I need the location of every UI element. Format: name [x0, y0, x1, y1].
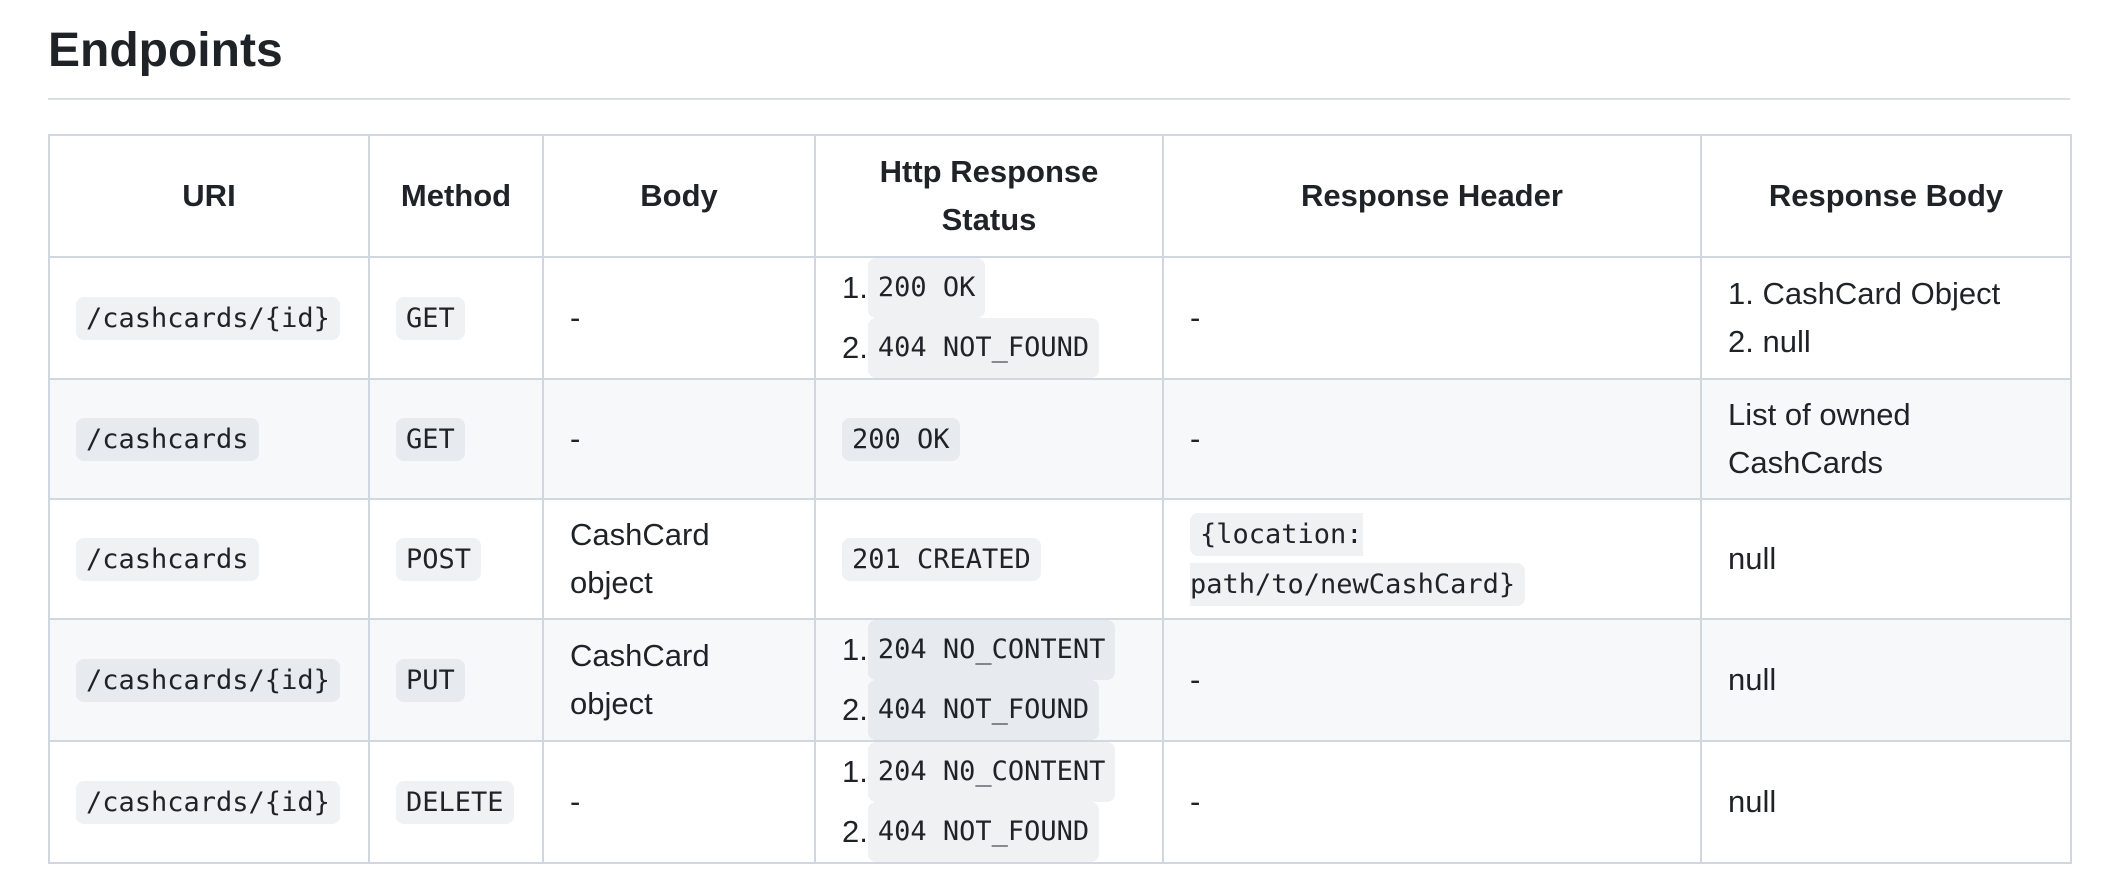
column-header-method: Method [368, 134, 544, 258]
uri-cell: /cashcards/{id} [48, 256, 370, 380]
table-header-row: URI Method Body Http Response Status Res… [48, 134, 2072, 258]
status-code: 404 NOT_FOUND [867, 802, 1100, 862]
status-code: 404 NOT_FOUND [867, 318, 1100, 378]
response-list: 1. CashCard Object 2. null [1728, 270, 2044, 366]
column-header-http-response-status: Http Response Status [814, 134, 1164, 258]
document: Endpoints URI Method Body Http Response … [48, 18, 2072, 864]
body-cell: CashCard object [542, 498, 816, 620]
status-list: 1. 200 OK 2. 404 NOT_FOUND [842, 258, 1136, 378]
status-list: 1. 204 NO_CONTENT 2. 404 NOT_FOUND [842, 620, 1136, 740]
list-number: 2. [842, 330, 868, 365]
status-code: 200 OK [867, 258, 986, 318]
list-item: 1. 200 OK [842, 258, 1136, 318]
list-item: 2. 404 NOT_FOUND [842, 680, 1136, 740]
uri-code: /cashcards/{id} [76, 297, 340, 340]
uri-code: /cashcards/{id} [76, 659, 340, 702]
status-list: 1. 204 N0_CONTENT 2. 404 NOT_FOUND [842, 742, 1136, 862]
status-code: 404 NOT_FOUND [867, 680, 1100, 740]
response-body-cell: 1. CashCard Object 2. null [1700, 256, 2072, 380]
list-item: 2. null [1728, 318, 2044, 366]
method-cell: POST [368, 498, 544, 620]
header-cell: - [1162, 378, 1702, 500]
method-cell: GET [368, 256, 544, 380]
method-code: DELETE [396, 781, 514, 824]
table-row: /cashcards/{id} DELETE - 1. 204 N0_CONTEN… [48, 740, 2072, 864]
status-code: 200 OK [842, 418, 960, 461]
body-cell: CashCard object [542, 618, 816, 742]
method-cell: DELETE [368, 740, 544, 864]
list-item: 1. CashCard Object [1728, 270, 2044, 318]
column-header-body: Body [542, 134, 816, 258]
list-number: 2. [842, 692, 868, 727]
status-cell: 201 CREATED [814, 498, 1164, 620]
column-header-response-header: Response Header [1162, 134, 1702, 258]
response-body-cell: null [1700, 498, 2072, 620]
response-body-cell: List of owned CashCards [1700, 378, 2072, 500]
list-text: null [1762, 324, 1811, 359]
method-cell: PUT [368, 618, 544, 742]
list-number: 2. [1728, 324, 1754, 359]
status-cell: 1. 204 NO_CONTENT 2. 404 NOT_FOUND [814, 618, 1164, 742]
method-cell: GET [368, 378, 544, 500]
uri-code: /cashcards [76, 538, 259, 581]
response-body-cell: null [1700, 740, 2072, 864]
section-heading: Endpoints [48, 18, 2070, 100]
list-number: 2. [842, 814, 868, 849]
header-cell: - [1162, 740, 1702, 864]
status-cell: 1. 204 N0_CONTENT 2. 404 NOT_FOUND [814, 740, 1164, 864]
uri-code: /cashcards [76, 418, 259, 461]
table-row: /cashcards/{id} GET - 1. 200 OK 2. 404 NOT… [48, 256, 2072, 380]
list-text: CashCard Object [1762, 276, 2001, 311]
list-number: 1. [1728, 276, 1754, 311]
list-item: 2. 404 NOT_FOUND [842, 318, 1136, 378]
body-cell: - [542, 740, 816, 864]
list-item: 1. 204 NO_CONTENT [842, 620, 1136, 680]
status-cell: 200 OK [814, 378, 1164, 500]
status-cell: 1. 200 OK 2. 404 NOT_FOUND [814, 256, 1164, 380]
list-number: 1. [842, 270, 868, 305]
body-cell: - [542, 256, 816, 380]
endpoints-table: URI Method Body Http Response Status Res… [48, 134, 2072, 864]
location-header-code: {location: path/to/newCashCard} [1190, 513, 1526, 606]
body-cell: - [542, 378, 816, 500]
header-cell: - [1162, 256, 1702, 380]
list-item: 2. 404 NOT_FOUND [842, 802, 1136, 862]
list-item: 1. 204 N0_CONTENT [842, 742, 1136, 802]
method-code: GET [396, 418, 465, 461]
response-body-cell: null [1700, 618, 2072, 742]
method-code: POST [396, 538, 482, 581]
list-number: 1. [842, 754, 868, 789]
method-code: GET [396, 297, 465, 340]
method-code: PUT [396, 659, 465, 702]
header-cell: {location: path/to/newCashCard} [1162, 498, 1702, 620]
table-row: /cashcards/{id} PUT CashCard object 1. 20… [48, 618, 2072, 742]
status-code: 204 NO_CONTENT [867, 620, 1116, 680]
column-header-response-body: Response Body [1700, 134, 2072, 258]
status-code: 201 CREATED [842, 538, 1041, 581]
column-header-uri: URI [48, 134, 370, 258]
uri-cell: /cashcards/{id} [48, 618, 370, 742]
list-number: 1. [842, 632, 868, 667]
uri-cell: /cashcards [48, 378, 370, 500]
uri-cell: /cashcards/{id} [48, 740, 370, 864]
table-row: /cashcards GET - 200 OK - List of owned … [48, 378, 2072, 500]
table-row: /cashcards POST CashCard object 201 CREA… [48, 498, 2072, 620]
status-code: 204 N0_CONTENT [867, 742, 1116, 802]
uri-code: /cashcards/{id} [76, 781, 340, 824]
uri-cell: /cashcards [48, 498, 370, 620]
header-cell: - [1162, 618, 1702, 742]
